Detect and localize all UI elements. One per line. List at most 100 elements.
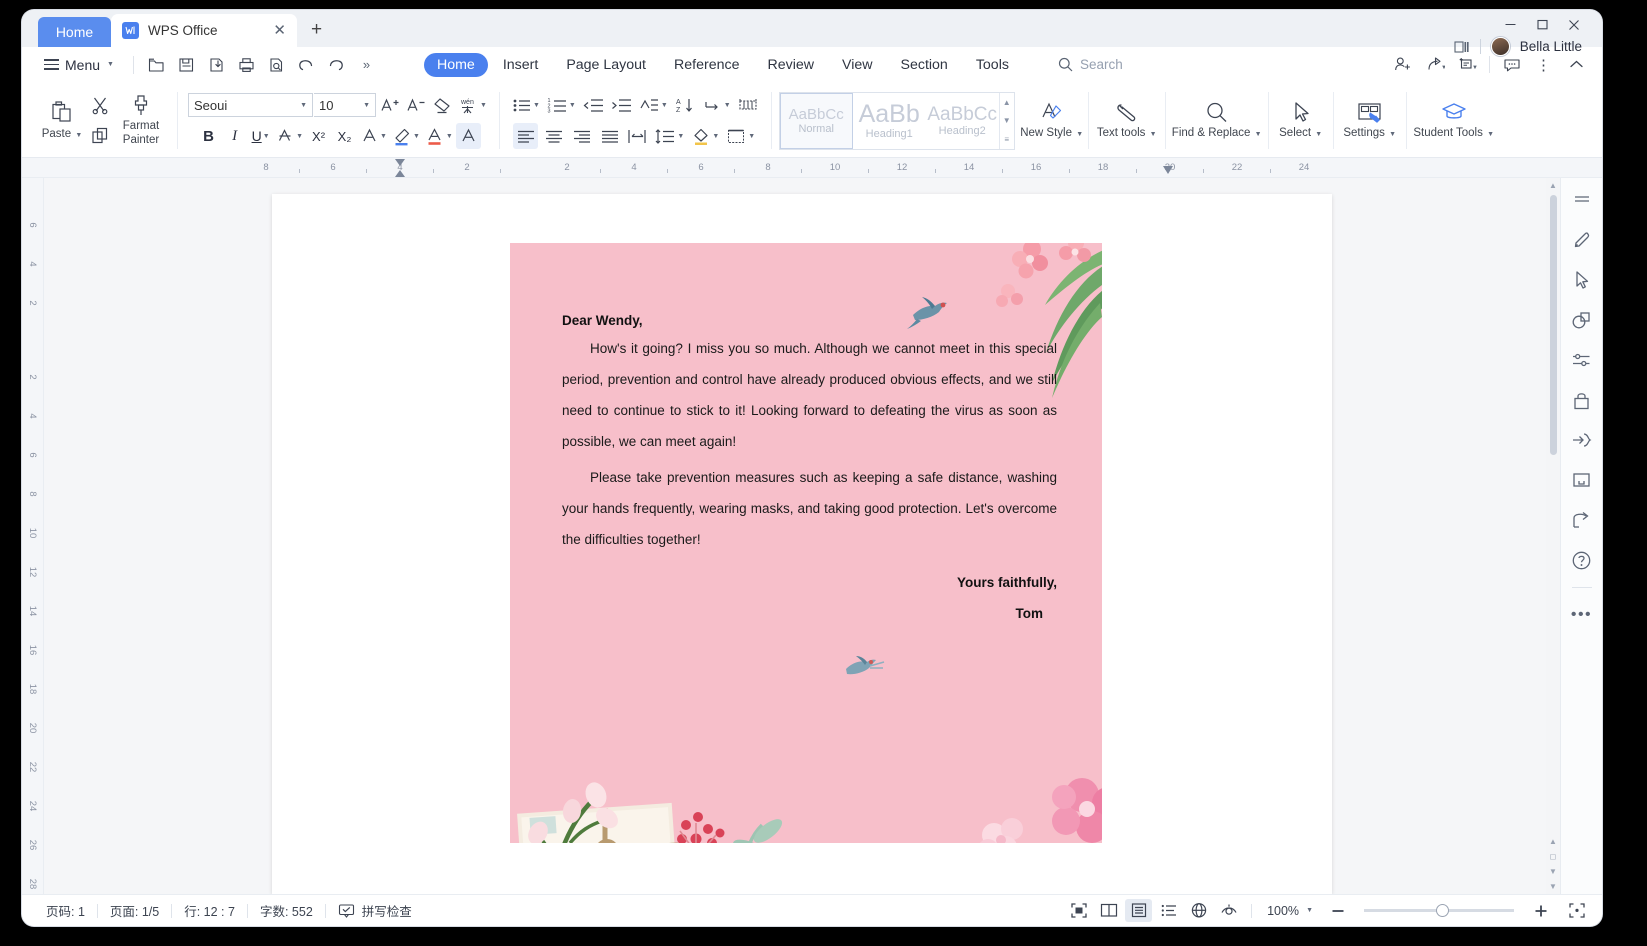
lock-icon[interactable] [1567, 387, 1597, 413]
horizontal-ruler[interactable]: 8 6 4 2 2 4 6 8 10 12 14 16 18 20 22 24 [22, 158, 1602, 178]
zoom-level[interactable]: 100% [1267, 904, 1299, 918]
line-spacing-icon[interactable]: ▼ [653, 123, 686, 149]
undo-icon[interactable] [293, 52, 320, 77]
open-icon[interactable] [143, 52, 170, 77]
reading-view-icon[interactable] [1215, 899, 1242, 922]
fit-screen-icon[interactable] [1563, 899, 1590, 922]
shrink-font-icon[interactable] [403, 92, 428, 118]
document-page[interactable]: Dear Wendy, How's it going? I miss you s… [272, 194, 1332, 894]
cut-icon[interactable] [85, 92, 115, 119]
settings-button[interactable]: Settings ▼ [1337, 84, 1403, 157]
close-tab-icon[interactable]: ✕ [273, 23, 286, 38]
style-scroll-up-icon[interactable]: ▲ [1003, 98, 1011, 107]
right-indent-marker[interactable] [1163, 166, 1173, 174]
print-icon[interactable] [233, 52, 260, 77]
subscript-button[interactable]: X₂ [332, 123, 357, 149]
full-screen-view-icon[interactable] [1065, 899, 1092, 922]
decrease-indent-icon[interactable] [581, 92, 606, 118]
previous-page-icon[interactable]: ▲ [1549, 834, 1557, 849]
paste-button[interactable]: Paste ▼ [39, 84, 85, 157]
clear-format-icon[interactable] [429, 92, 454, 118]
character-shading-icon[interactable] [455, 123, 481, 149]
tab-reference[interactable]: Reference [661, 53, 752, 77]
close-button[interactable] [1559, 14, 1589, 35]
first-line-indent-marker[interactable] [395, 159, 405, 166]
increase-indent-icon[interactable] [609, 92, 634, 118]
share-icon[interactable]: ▼ [1421, 52, 1449, 78]
next-page-icon[interactable]: ▼ [1549, 864, 1557, 879]
status-line-column[interactable]: 行: 12 : 7 [172, 901, 247, 920]
zoom-out-button[interactable] [1324, 899, 1351, 922]
share-export-icon[interactable] [1567, 507, 1597, 533]
letter-text[interactable]: Dear Wendy, How's it going? I miss you s… [562, 313, 1057, 629]
save-icon[interactable] [173, 52, 200, 77]
page-selector-icon[interactable]: ◻ [1550, 849, 1557, 864]
align-left-icon[interactable] [513, 123, 539, 149]
justify-icon[interactable] [597, 123, 622, 149]
spell-check-button[interactable]: 拼写检查 [326, 901, 424, 920]
sort-icon[interactable]: AZ [673, 92, 698, 118]
left-indent-marker[interactable] [395, 170, 405, 177]
font-family-select[interactable]: Seoui ▼ [188, 93, 313, 117]
outline-view-icon[interactable] [1155, 899, 1182, 922]
home-tab[interactable]: Home [38, 17, 111, 47]
more-chevron-icon[interactable]: » [353, 52, 380, 77]
paragraph-shading-icon[interactable]: ▼ [689, 123, 721, 149]
highlight-color-icon[interactable]: ▼ [390, 123, 422, 149]
zoom-slider[interactable] [1364, 904, 1514, 917]
style-heading2[interactable]: AaBbCc Heading2 [926, 93, 999, 149]
document-tab[interactable]: WPS Office ✕ [111, 14, 297, 47]
menu-button[interactable]: Menu ▼ [34, 57, 124, 73]
tab-home[interactable]: Home [423, 52, 488, 77]
multilevel-list-icon[interactable]: ▼ [637, 92, 670, 118]
tab-view[interactable]: View [829, 53, 886, 77]
align-center-icon[interactable] [541, 123, 566, 149]
style-heading1[interactable]: AaBb Heading1 [853, 93, 926, 149]
shapes-icon[interactable] [1567, 307, 1597, 333]
status-page-count[interactable]: 页面: 1/5 [98, 901, 171, 920]
two-page-view-icon[interactable] [1095, 899, 1122, 922]
style-normal[interactable]: AaBbCc Normal [779, 93, 853, 149]
superscript-button[interactable]: X² [306, 123, 331, 149]
format-painter-button[interactable]: Farmat Painter [115, 84, 167, 157]
tab-insert[interactable]: Insert [490, 53, 551, 77]
italic-button[interactable]: I [222, 123, 247, 149]
window-icon[interactable] [1567, 467, 1597, 493]
split-view-icon[interactable] [1454, 40, 1470, 54]
style-scroll-down-icon[interactable]: ▼ [1003, 116, 1011, 125]
new-tab-icon[interactable]: + [311, 19, 322, 41]
search-input[interactable]: Search [1058, 57, 1123, 72]
character-border-icon[interactable]: ▼ [358, 123, 389, 149]
letter-card[interactable]: Dear Wendy, How's it going? I miss you s… [510, 243, 1102, 843]
page-canvas[interactable]: Dear Wendy, How's it going? I miss you s… [44, 178, 1560, 894]
redo-icon[interactable] [323, 52, 350, 77]
tab-section[interactable]: Section [888, 53, 961, 77]
strikethrough-icon[interactable]: ▼ [274, 123, 305, 149]
save-as-icon[interactable] [203, 52, 230, 77]
underline-button[interactable]: U ▼ [248, 123, 273, 149]
align-right-icon[interactable] [569, 123, 594, 149]
cursor-select-icon[interactable] [1567, 267, 1597, 293]
panel-lines-icon[interactable] [1567, 187, 1597, 213]
page-view-icon[interactable] [1125, 899, 1153, 922]
minimize-button[interactable] [1495, 14, 1525, 35]
distribute-icon[interactable] [625, 123, 650, 149]
maximize-button[interactable] [1527, 14, 1557, 35]
brush-icon[interactable] [1567, 227, 1597, 253]
zoom-slider-handle[interactable] [1436, 904, 1449, 917]
text-tools-button[interactable]: Text tools ▼ [1092, 84, 1162, 157]
copy-icon[interactable] [85, 123, 115, 150]
new-style-button[interactable]: New Style ▼ [1019, 84, 1085, 157]
scroll-down-icon[interactable]: ▼ [1549, 879, 1557, 894]
font-color-icon[interactable]: ▼ [423, 123, 455, 149]
vertical-scrollbar[interactable]: ▲ ▲ ◻ ▼ ▼ [1546, 178, 1560, 894]
select-button[interactable]: Select ▼ [1272, 84, 1330, 157]
print-preview-icon[interactable] [263, 52, 290, 77]
scrollbar-thumb[interactable] [1549, 195, 1557, 455]
show-paragraph-marks-icon[interactable]: ▼ [701, 92, 733, 118]
student-tools-button[interactable]: Student Tools ▼ [1410, 84, 1498, 157]
bullet-list-icon[interactable]: ▼ [510, 92, 542, 118]
status-page-number[interactable]: 页码: 1 [34, 901, 97, 920]
tab-tools[interactable]: Tools [963, 53, 1022, 77]
status-word-count[interactable]: 字数: 552 [248, 901, 325, 920]
